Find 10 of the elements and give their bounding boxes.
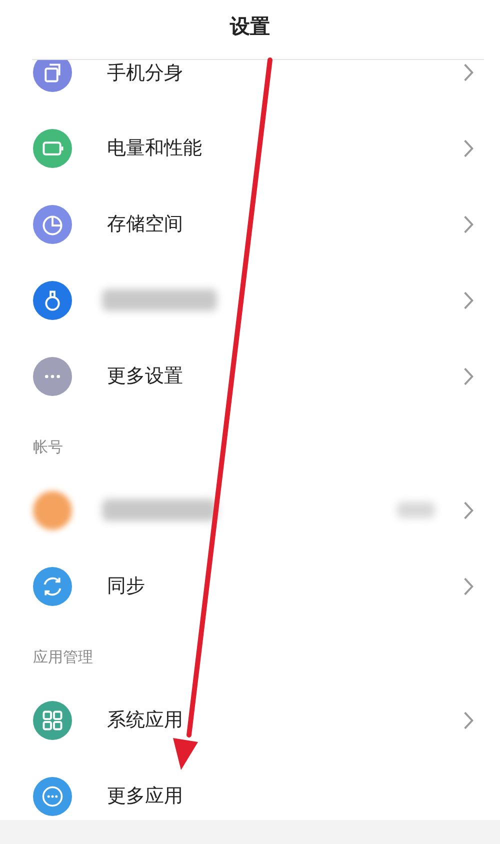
- settings-row[interactable]: 更多设置: [0, 338, 500, 414]
- section-title: 应用管理: [32, 647, 94, 668]
- page-title: 设置: [230, 12, 270, 40]
- settings-row[interactable]: 更多应用: [0, 758, 500, 820]
- settings-row[interactable]: 电量和性能: [0, 110, 500, 186]
- section-title: 帐号: [32, 437, 64, 458]
- settings-row[interactable]: 存储空间: [0, 186, 500, 262]
- settings-row[interactable]: 手机分身: [0, 60, 500, 110]
- settings-row[interactable]: 系统应用: [0, 682, 500, 758]
- settings-row[interactable]: 同步: [0, 548, 500, 624]
